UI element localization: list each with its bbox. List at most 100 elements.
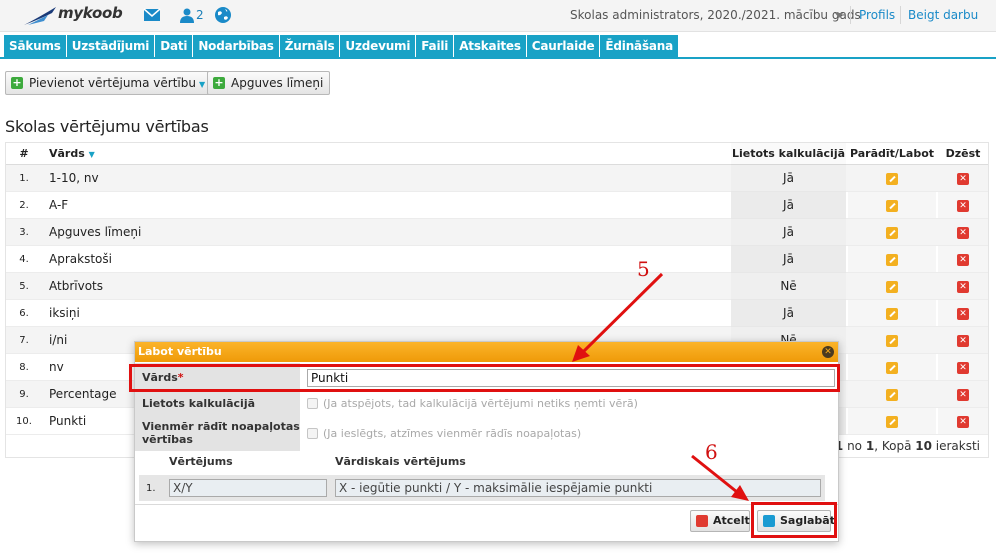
edit-icon[interactable] [886,334,898,347]
top-bar: mykoob 2 Skolas administrators, 2020./20… [0,0,996,32]
cancel-button[interactable]: Atcelt [690,510,750,532]
edit-icon[interactable] [886,253,898,266]
calc-label: Lietots kalkulācijā [142,397,256,410]
row-number: 3. [19,227,29,238]
logo-text: mykoob [58,4,123,22]
nav-item[interactable]: Uzdevumi [340,35,416,57]
nav-item[interactable]: Faili [416,35,454,57]
delete-icon[interactable]: ✕ [957,334,969,347]
add-value-button[interactable]: + Pievienot vērtējuma vērtību ▼ [5,71,213,95]
logo[interactable]: mykoob [22,3,132,27]
sort-icon: ▼ [88,150,95,159]
edit-icon[interactable] [886,280,898,293]
row-name: 1-10, nv [49,171,99,185]
delete-icon[interactable]: ✕ [957,415,969,428]
edit-icon[interactable] [886,388,898,401]
levels-button[interactable]: + Apguves līmeņi [207,71,331,95]
col-delete: Dzēst [945,147,981,160]
profile-link[interactable]: Profils [859,8,895,22]
row-number: 10. [16,416,32,427]
calc-hint: (Ja atspējots, tad kalkulācijā vērtējumi… [323,397,638,410]
grade-header: Vērtējums [169,455,233,468]
grade-row: 1. X/Y X - iegūtie punkti / Y - maksimāl… [139,475,825,501]
logout-link[interactable]: Beigt darbu [908,8,978,22]
add-value-label: Pievienot vērtējuma vērtību [29,76,196,90]
row-calc: Jā [783,171,794,185]
table-header: # Vārds ▼ Lietots kalkulācijā Parādīt/La… [6,143,988,165]
cancel-label: Atcelt [713,514,750,527]
delete-icon[interactable]: ✕ [957,361,969,374]
highlight-save-button [751,502,837,538]
table-row: 6. iksiņi Jā ✕ [6,300,988,327]
nav-item[interactable]: Uzstādījumi [66,35,155,57]
row-number: 6. [19,308,29,319]
verbal-header: Vārdiskais vērtējums [335,455,466,468]
edit-icon[interactable] [886,361,898,374]
row-number: 4. [19,254,29,265]
round-checkbox[interactable] [307,428,318,439]
delete-icon[interactable]: ✕ [957,307,969,320]
nav-item[interactable]: Ēdināšana [600,35,679,57]
page-title: Skolas vērtējumu vērtības [5,117,209,136]
grade-input[interactable]: X/Y [169,479,327,497]
logo-swoosh-icon [24,7,56,25]
nav-item[interactable]: Dati [155,35,193,57]
row-calc: Jā [783,252,794,266]
table-row: 5. Atbrīvots Nē ✕ [6,273,988,300]
levels-label: Apguves līmeņi [231,76,324,90]
edit-icon[interactable] [886,172,898,185]
delete-icon[interactable]: ✕ [957,253,969,266]
divider [900,6,901,24]
row-number: 1. [19,173,29,184]
nav-item[interactable]: Sākums [4,35,66,57]
users-count[interactable]: 2 [196,8,204,22]
caret-down-icon: ▼ [198,80,206,89]
main-nav: Sākums Uzstādījumi Dati Nodarbības Žurnā… [4,35,679,57]
delete-icon[interactable]: ✕ [957,226,969,239]
edit-icon[interactable] [886,199,898,212]
delete-icon[interactable]: ✕ [957,199,969,212]
row-name: iksiņi [49,306,80,320]
row-name: A-F [49,198,69,212]
plus-icon: + [213,76,225,89]
row-calc: Jā [783,306,794,320]
nav-item[interactable]: Nodarbības [193,35,279,57]
annotation-step-6: 6 [705,440,718,464]
delete-icon[interactable]: ✕ [957,388,969,401]
delete-icon[interactable]: ✕ [957,280,969,293]
table-row: 1. 1-10, nv Jā ✕ [6,165,988,192]
delete-icon[interactable]: ✕ [957,172,969,185]
role-select[interactable]: Skolas administrators, 2020./2021. mācīb… [570,8,861,22]
nav-underline [0,57,996,59]
messages-icon[interactable] [143,7,161,23]
grade-row-number: 1. [146,483,156,494]
nav-item[interactable]: Žurnāls [279,35,340,57]
edit-icon[interactable] [886,307,898,320]
highlight-name-field [129,364,840,392]
chevron-down-icon[interactable] [835,13,843,18]
table-row: 4. Aprakstoši Jā ✕ [6,246,988,273]
nav-item[interactable]: Atskaites [454,35,526,57]
verbal-input[interactable]: X - iegūtie punkti / Y - maksimālie iesp… [335,479,821,497]
annotation-step-5: 5 [637,257,650,281]
table-row: 3. Apguves līmeņi Jā ✕ [6,219,988,246]
close-icon[interactable]: ✕ [822,346,834,358]
dialog-titlebar: Labot vērtību ✕ [135,342,838,362]
nav-item[interactable]: Caurlaide [526,35,600,57]
row-calc: Jā [783,225,794,239]
row-name: Apguves līmeņi [49,225,142,239]
plus-icon: + [11,76,23,89]
cancel-icon [696,515,708,527]
row-number: 5. [19,281,29,292]
calc-checkbox[interactable] [307,398,318,409]
globe-icon[interactable] [214,6,232,24]
row-number: 2. [19,200,29,211]
edit-icon[interactable] [886,226,898,239]
col-name[interactable]: Vārds ▼ [49,143,729,165]
edit-icon[interactable] [886,415,898,428]
round-label: Vienmēr rādīt noapaļotas vērtības [142,420,300,446]
row-number: 8. [19,362,29,373]
users-icon[interactable] [178,7,196,23]
col-calc: Lietots kalkulācijā [731,147,846,160]
col-edit: Parādīt/Labot [849,147,935,160]
